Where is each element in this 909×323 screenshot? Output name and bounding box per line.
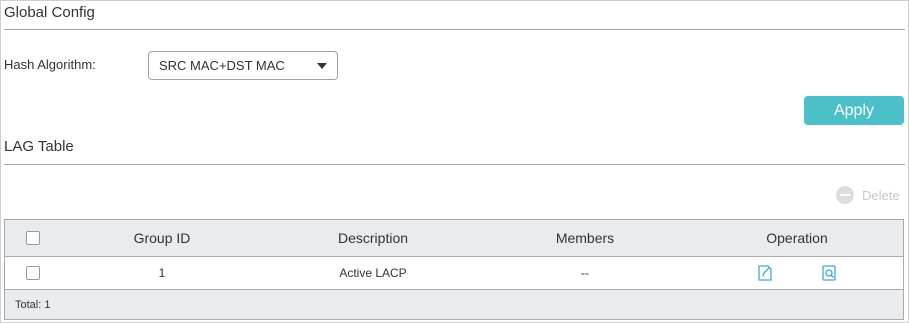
lag-table-divider [4,164,905,165]
header-operation: Operation [766,230,828,246]
table-header: Group ID Description Members Operation [5,220,903,257]
row-members: -- [581,266,589,280]
edit-icon[interactable] [756,264,774,282]
row-operation [697,257,897,289]
global-config-divider [4,29,905,30]
delete-button[interactable]: Delete [836,186,900,204]
row-group-id: 1 [158,266,166,280]
header-members[interactable]: Members [485,220,685,256]
apply-button[interactable]: Apply [804,96,904,125]
header-group-id[interactable]: Group ID [62,220,262,256]
hash-algorithm-label: Hash Algorithm: [4,57,96,72]
row-checkbox[interactable] [26,266,40,280]
lag-table-title: LAG Table [4,138,74,155]
hash-algorithm-select[interactable]: SRC MAC+DST MAC [148,51,338,80]
select-all-cell [25,220,41,256]
chevron-down-icon [317,63,327,69]
lag-table: Group ID Description Members Operation 1… [4,219,904,320]
delete-label: Delete [862,187,900,203]
detail-icon[interactable] [820,264,838,282]
select-all-checkbox[interactable] [26,231,40,245]
minus-circle-icon [836,186,854,204]
table-row: 1 Active LACP -- [5,257,903,290]
row-description: Active LACP [339,266,407,280]
hash-algorithm-value: SRC MAC+DST MAC [159,58,285,73]
row-select-cell [25,257,41,289]
global-config-title: Global Config [4,4,95,21]
table-footer: Total: 1 [5,290,903,319]
header-description[interactable]: Description [273,220,473,256]
